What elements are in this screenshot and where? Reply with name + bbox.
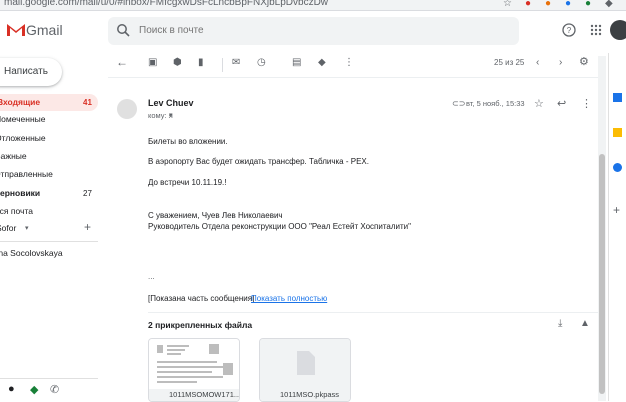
reply-icon[interactable]: ↩ (557, 97, 566, 110)
divider (108, 77, 598, 78)
extension-icon[interactable]: ● (525, 0, 531, 9)
tasks-icon[interactable] (613, 163, 622, 172)
delete-icon[interactable]: ▮ (198, 57, 204, 68)
settings-gear-icon[interactable]: ⚙ (579, 55, 589, 68)
star-bookmark-icon[interactable]: ☆ (503, 0, 512, 9)
attachment-name: 1011MSOMOW171... (149, 389, 239, 401)
sender-avatar (117, 99, 137, 119)
snooze-icon[interactable]: ◷ (257, 57, 266, 68)
file-thumbnail (260, 339, 350, 389)
svg-text:?: ? (567, 26, 572, 35)
attachment-card[interactable]: 1011MSOMOW171... (148, 338, 240, 402)
label-icon[interactable]: ◆ (318, 57, 326, 68)
message-line: С уважением, Чуев Лев Николаевич (148, 211, 283, 220)
browser-address-bar[interactable]: mail.google.com/mail/u/0/#inbox/FMfcgxwD… (0, 0, 626, 11)
move-to-icon[interactable]: ▤ (292, 57, 301, 68)
sender-name[interactable]: Lev Chuev (148, 98, 194, 108)
side-panel: + (608, 53, 626, 401)
document-thumbnail (149, 339, 239, 389)
app-name[interactable]: Gmail (26, 22, 63, 38)
hangouts-icon[interactable]: ◆ (30, 383, 38, 396)
report-spam-icon[interactable]: ⬢ (173, 57, 182, 68)
trimmed-notice: [Показана часть сообщения] (148, 294, 255, 303)
compose-button[interactable]: Написать (0, 58, 62, 86)
divider (148, 312, 598, 313)
search-icon[interactable] (116, 23, 130, 37)
keep-icon[interactable] (613, 128, 622, 137)
extension-icon[interactable]: ◆ (605, 0, 613, 9)
phone-icon[interactable]: ✆ (50, 383, 59, 396)
attachment-icon: ⊂⊃ (452, 99, 466, 108)
attachment-name: 1011MSO.pkpass (260, 389, 350, 401)
more-vert-icon[interactable]: ⋮ (581, 97, 592, 110)
message-line: В аэропорту Вас будет ожидать трансфер. … (148, 157, 369, 166)
save-to-drive-icon[interactable]: ▲ (580, 318, 590, 329)
archive-icon[interactable]: ▣ (148, 57, 157, 68)
extension-icon[interactable]: ● (565, 0, 571, 9)
extension-icon[interactable]: ● (585, 0, 591, 9)
sidebar-item-label: Входящие (0, 97, 41, 107)
download-all-icon[interactable]: ⤓ (558, 318, 562, 329)
message-line: До встречи 10.11.19.! (148, 178, 227, 187)
pagination-count: 25 из 25 (494, 58, 525, 67)
inbox-count: 41 (83, 98, 92, 107)
sidebar-item-label: Черновики (0, 188, 41, 198)
calendar-icon[interactable] (613, 93, 622, 102)
help-icon[interactable]: ? (562, 23, 576, 37)
next-page-icon[interactable]: › (559, 57, 562, 68)
more-vert-icon[interactable]: ⋮ (344, 57, 354, 68)
back-arrow-icon[interactable]: ← (116, 55, 128, 69)
contact-name: Ina Socolovskaya (0, 248, 63, 258)
drafts-count: 27 (83, 189, 92, 198)
toolbar-divider (222, 58, 223, 72)
hangouts-bottom-bar: ● ◆ ✆ (0, 378, 98, 402)
message-line: Билеты во вложении. (148, 137, 228, 146)
sidebar-item-label: Sofor (0, 223, 17, 233)
show-all-link[interactable]: Показать полностью (251, 294, 327, 303)
sidebar-item-label: Помеченные (0, 114, 46, 124)
gmail-logo-icon[interactable] (6, 22, 26, 37)
sidebar-item-label: Вся почта (0, 206, 33, 216)
message-line: Руководитель Отдела реконструкции ООО "Р… (148, 222, 411, 231)
sidebar-item-label: Важные (0, 151, 27, 161)
attachments-title: 2 прикрепленных файла (148, 320, 253, 330)
search-input[interactable] (139, 25, 439, 36)
sidebar-item-label: Отложенные (0, 133, 46, 143)
message-date: вт, 5 нояб., 15:33 (466, 99, 525, 108)
attachment-card[interactable]: 1011MSO.pkpass (259, 338, 351, 402)
extension-icon[interactable]: ● (545, 0, 551, 9)
add-addon-icon[interactable]: + (613, 203, 620, 217)
star-icon[interactable]: ☆ (534, 97, 544, 110)
ellipsis-text[interactable]: ... (148, 272, 155, 281)
divider (0, 241, 98, 242)
chevron-down-icon[interactable]: ▾ (169, 111, 173, 119)
chevron-down-icon[interactable]: ▾ (25, 220, 29, 237)
url-text[interactable]: mail.google.com/mail/u/0/#inbox/FMfcgxwD… (4, 0, 328, 8)
add-label-icon[interactable]: + (84, 219, 91, 236)
scrollbar-thumb[interactable] (599, 154, 605, 394)
sidebar-item-sofor[interactable]: Sofor ▾ + (0, 220, 98, 237)
sidebar-item-label: Отправленные (0, 169, 53, 179)
apps-grid-icon[interactable] (590, 24, 602, 36)
mark-unread-icon[interactable]: ✉ (232, 57, 240, 68)
account-avatar[interactable] (610, 20, 626, 40)
prev-page-icon[interactable]: ‹ (536, 57, 539, 68)
person-icon[interactable]: ● (8, 383, 15, 395)
